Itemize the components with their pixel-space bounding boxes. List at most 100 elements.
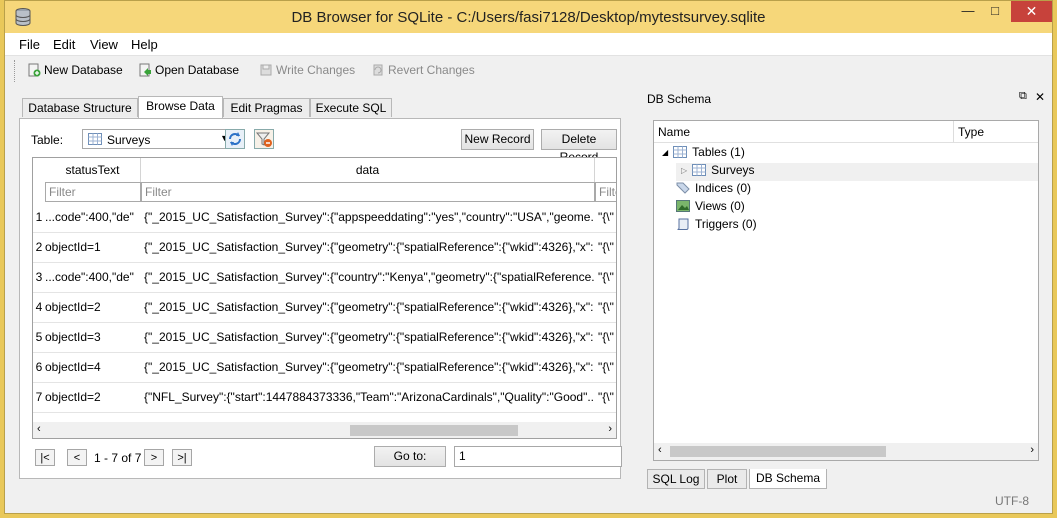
minimize-button[interactable]: — — [955, 3, 981, 24]
tab-database-structure[interactable]: Database Structure — [22, 98, 138, 117]
table-icon — [673, 146, 688, 158]
cell-extra[interactable]: "{\" — [598, 270, 616, 284]
table-select[interactable]: Surveys ▼ — [82, 129, 234, 149]
dock-header: DB Schema ⧉ ✕ — [643, 87, 1049, 109]
cell-statustext[interactable]: objectId=3 — [45, 330, 139, 344]
float-icon[interactable]: ⧉ — [1019, 90, 1027, 103]
tree-item-surveys[interactable]: ▷ Surveys — [681, 163, 755, 177]
column-header-type[interactable]: Type — [954, 121, 1038, 143]
row-number[interactable]: 1 — [33, 210, 45, 224]
row-divider — [33, 232, 616, 233]
open-database-label: Open Database — [155, 63, 240, 77]
row-number[interactable]: 2 — [33, 240, 45, 254]
row-divider — [33, 412, 616, 413]
row-number[interactable]: 4 — [33, 300, 45, 314]
row-number[interactable]: 6 — [33, 360, 45, 374]
table-icon — [88, 133, 102, 145]
close-button[interactable]: ✕ — [1011, 1, 1052, 22]
cell-extra[interactable]: "{\" — [598, 360, 616, 374]
tree-item-triggers-label: Triggers (0) — [695, 217, 757, 231]
menu-bar: File Edit View Help — [5, 33, 1052, 56]
db-schema-dock: DB Schema ⧉ ✕ Name Type ◢ Tables (1) ▷ S… — [643, 87, 1049, 469]
tab-db-schema[interactable]: DB Schema — [749, 469, 827, 489]
first-record-button[interactable]: |< — [35, 449, 55, 466]
column-header-data[interactable]: data — [141, 158, 595, 182]
cell-data[interactable]: {"_2015_UC_Satisfaction_Survey":{"geomet… — [144, 330, 594, 344]
horizontal-scrollbar[interactable]: ‹ › — [33, 422, 616, 438]
tree-horizontal-scrollbar[interactable]: ‹ › — [654, 443, 1038, 460]
refresh-button[interactable] — [225, 129, 245, 149]
cell-statustext[interactable]: objectId=2 — [45, 300, 139, 314]
image-icon — [676, 200, 690, 212]
tab-sql-log[interactable]: SQL Log — [647, 469, 705, 489]
goto-input[interactable]: 1 — [454, 446, 622, 467]
filter-data[interactable]: Filter — [141, 182, 595, 202]
revert-changes-button[interactable]: Revert Changes — [371, 63, 475, 77]
goto-button[interactable]: Go to: — [374, 446, 446, 467]
tag-icon — [676, 182, 690, 194]
cell-data[interactable]: {"_2015_UC_Satisfaction_Survey":{"geomet… — [144, 240, 594, 254]
cell-data[interactable]: {"_2015_UC_Satisfaction_Survey":{"countr… — [144, 270, 594, 284]
cell-extra[interactable]: "{\" — [598, 240, 616, 254]
tab-browse-data[interactable]: Browse Data — [138, 96, 223, 118]
cell-statustext[interactable]: "code":400,"de... — [45, 210, 139, 224]
data-grid: statusText data Filter Filter Filte 1 "c… — [32, 157, 617, 439]
cell-statustext[interactable]: objectId=4 — [45, 360, 139, 374]
cell-extra[interactable]: "{\" — [598, 210, 616, 224]
tree-item-indices[interactable]: Indices (0) — [676, 181, 751, 195]
write-changes-button[interactable]: Write Changes — [259, 63, 355, 77]
menu-edit[interactable]: Edit — [53, 37, 75, 52]
expand-arrow-icon[interactable]: ◢ — [662, 148, 668, 157]
tree-item-views[interactable]: Views (0) — [676, 199, 745, 213]
scroll-left-icon[interactable]: ‹ — [658, 444, 662, 456]
tab-plot[interactable]: Plot — [707, 469, 747, 489]
row-number[interactable]: 7 — [33, 390, 45, 404]
cell-statustext[interactable]: "code":400,"de... — [45, 270, 139, 284]
column-header-extra[interactable] — [595, 158, 616, 182]
tree-item-tables[interactable]: ◢ Tables (1) — [662, 145, 745, 159]
toolbar-grip[interactable] — [14, 60, 18, 82]
previous-record-button[interactable]: < — [67, 449, 87, 466]
tab-execute-sql[interactable]: Execute SQL — [310, 98, 392, 117]
menu-file[interactable]: File — [19, 37, 40, 52]
browse-data-panel: Table: Surveys ▼ New Record Delete Recor… — [19, 118, 622, 479]
delete-record-button[interactable]: Delete Record — [541, 129, 617, 164]
open-database-button[interactable]: Open Database — [138, 63, 239, 77]
cell-data[interactable]: {"_2015_UC_Satisfaction_Survey":{"geomet… — [144, 360, 594, 374]
cell-extra[interactable]: "{\" — [598, 300, 616, 314]
tab-edit-pragmas[interactable]: Edit Pragmas — [223, 98, 310, 117]
filter-extra[interactable]: Filte — [595, 182, 616, 202]
toolbar: New Database Open Database Write Changes… — [5, 56, 1052, 86]
scrollbar-thumb[interactable] — [350, 425, 518, 436]
cell-statustext[interactable]: objectId=1 — [45, 240, 139, 254]
cell-statustext[interactable]: objectId=2 — [45, 390, 139, 404]
clear-filters-button[interactable] — [254, 129, 274, 149]
scroll-right-icon[interactable]: › — [608, 423, 612, 435]
row-number[interactable]: 5 — [33, 330, 45, 344]
maximize-button[interactable]: □ — [982, 3, 1008, 24]
scrollbar-thumb[interactable] — [670, 446, 886, 457]
menu-view[interactable]: View — [90, 37, 118, 52]
row-number[interactable]: 3 — [33, 270, 45, 284]
cell-extra[interactable]: "{\" — [598, 390, 616, 404]
filter-statustext[interactable]: Filter — [45, 182, 141, 202]
collapse-arrow-icon[interactable]: ▷ — [681, 166, 687, 175]
scroll-left-icon[interactable]: ‹ — [37, 423, 41, 435]
tree-item-indices-label: Indices (0) — [695, 181, 752, 195]
next-record-button[interactable]: > — [144, 449, 164, 466]
tree-item-triggers[interactable]: Triggers (0) — [676, 217, 757, 231]
scroll-right-icon[interactable]: › — [1030, 444, 1034, 456]
cell-data[interactable]: {"_2015_UC_Satisfaction_Survey":{"geomet… — [144, 300, 594, 314]
last-record-button[interactable]: >| — [172, 449, 192, 466]
cell-extra[interactable]: "{\" — [598, 330, 616, 344]
cell-data[interactable]: {"NFL_Survey":{"start":1447884373336,"Te… — [144, 390, 594, 404]
new-record-button[interactable]: New Record — [461, 129, 534, 150]
cell-data[interactable]: {"_2015_UC_Satisfaction_Survey":{"appspe… — [144, 210, 594, 224]
column-header-statustext[interactable]: statusText — [45, 158, 141, 182]
revert-changes-label: Revert Changes — [388, 63, 475, 77]
tree-item-surveys-label: Surveys — [711, 163, 755, 177]
column-header-name[interactable]: Name — [654, 121, 954, 143]
menu-help[interactable]: Help — [131, 37, 158, 52]
dock-close-icon[interactable]: ✕ — [1035, 90, 1045, 104]
new-database-button[interactable]: New Database — [27, 63, 123, 77]
